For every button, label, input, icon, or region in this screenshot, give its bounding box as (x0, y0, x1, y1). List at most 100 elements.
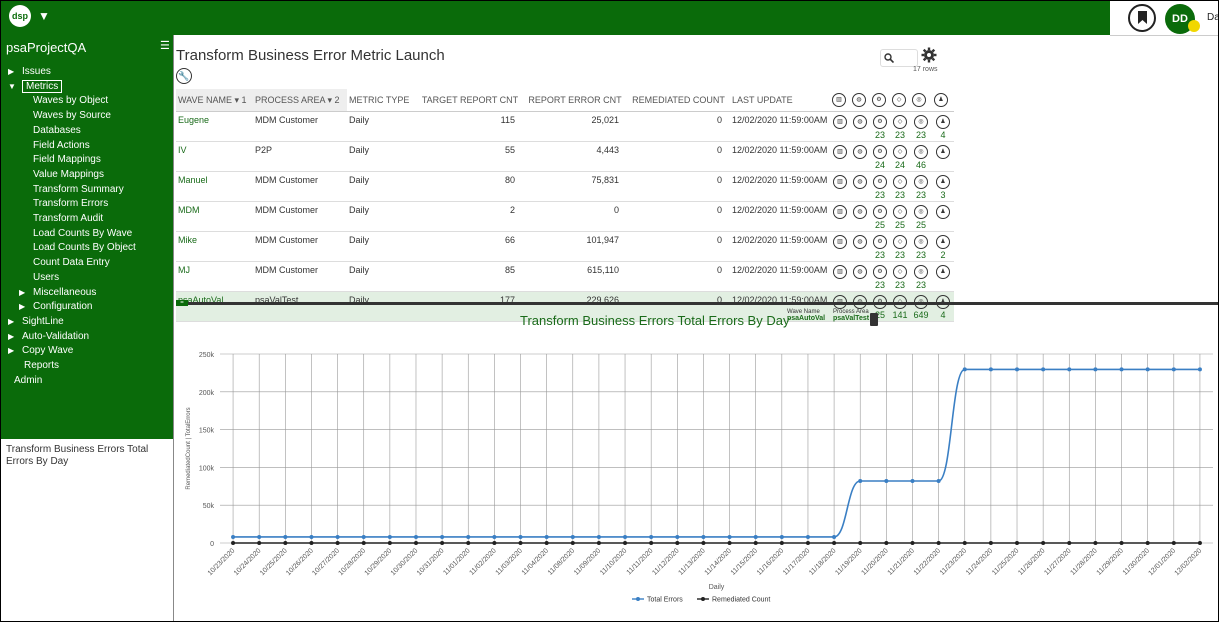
cell-user-icon[interactable]: ♟4 (932, 291, 954, 322)
bar-chart-icon[interactable]: ▥ (833, 115, 847, 129)
cube-icon[interactable]: ◇ (893, 205, 907, 219)
globe-icon[interactable]: ◍ (853, 175, 867, 189)
cell-user-icon[interactable]: ♟ (932, 201, 954, 232)
gears-icon[interactable]: ⚙ (873, 175, 887, 189)
splitter-handle[interactable]: = (176, 300, 188, 306)
cell-bar-chart-icon[interactable]: ▥ (830, 171, 850, 202)
table-row[interactable]: MDM MDM Customer Daily 2 0 0 12/02/2020 11:59:… (176, 201, 954, 232)
user-icon[interactable]: ♟ (936, 115, 950, 129)
bookmark-button[interactable] (1128, 4, 1156, 32)
cell-bar-chart-icon[interactable]: ▥ (830, 141, 850, 172)
cell-bar-chart-icon[interactable]: ▥ (830, 111, 850, 142)
cell-user-icon[interactable]: ♟ 2 (932, 231, 954, 262)
user-icon[interactable]: ♟ (936, 175, 950, 189)
sidebar-item-load-counts-by-object[interactable]: Load Counts By Object (33, 242, 136, 253)
cell-cube-icon[interactable]: ◇ 23 (890, 261, 910, 292)
cell-globe-icon[interactable]: ◍ (850, 201, 870, 232)
cell-cube-icon[interactable]: ◇ 23 (890, 111, 910, 142)
sidebar-item-transform-errors[interactable]: Transform Errors (33, 198, 108, 209)
cell-globe-icon[interactable]: ◍ (850, 231, 870, 262)
target-icon[interactable]: ◎ (914, 265, 928, 279)
table-row[interactable]: Mike MDM Customer Daily 66 101,947 0 12/02/202… (176, 231, 954, 262)
cell-globe-icon[interactable]: ◍ (850, 261, 870, 292)
sidebar-item-reports[interactable]: Reports (24, 360, 59, 371)
cube-icon[interactable]: ◇ (893, 115, 907, 129)
table-row[interactable]: IV P2P Daily 55 4,443 0 12/02/2020 11:59:00AM ▥… (176, 141, 954, 172)
cell-bar-chart-icon[interactable]: ▥ (830, 231, 850, 262)
cell-wave[interactable]: MJ (176, 261, 253, 292)
globe-icon[interactable]: ◍ (853, 205, 867, 219)
sidebar-item-field-actions[interactable]: Field Actions (33, 140, 90, 151)
cube-icon[interactable]: ◇ (893, 235, 907, 249)
cell-wave[interactable]: psaAutoVal (176, 291, 253, 322)
wave-filter[interactable]: Wave Name psaAutoVal (787, 309, 825, 322)
column-header[interactable]: WAVE NAME ▾ 1 (176, 89, 253, 112)
cell-target-icon[interactable]: ◎ 23 (910, 231, 932, 262)
process-filter[interactable]: Process Area psaValTest (833, 309, 869, 322)
cube-icon[interactable]: ◇ (893, 145, 907, 159)
sidebar-item-value-mappings[interactable]: Value Mappings (33, 169, 104, 180)
cell-target-icon[interactable]: ◎ 23 (910, 261, 932, 292)
wrench-icon[interactable]: 🔧 (176, 68, 192, 84)
cell-bar-chart-icon[interactable]: ▥ (830, 201, 850, 232)
sidebar-item-miscellaneous[interactable]: ▶ Miscellaneous (19, 287, 96, 298)
cell-cube-icon[interactable]: ◇ 24 (890, 141, 910, 172)
sidebar-item-auto-validation[interactable]: ▶ Auto-Validation (8, 331, 89, 342)
cell-cube-icon[interactable]: ◇ 23 (890, 171, 910, 202)
sidebar-item-admin[interactable]: Admin (14, 375, 42, 386)
column-header[interactable]: TARGET REPORT CNT (417, 89, 523, 112)
cell-cube-icon[interactable]: ◇ 23 (890, 231, 910, 262)
cell-globe-icon[interactable]: ◍ (850, 141, 870, 172)
cell-target-icon[interactable]: ◎649 (910, 291, 932, 322)
column-header-target-icon[interactable]: ◎ (910, 89, 932, 112)
cell-wave[interactable]: IV (176, 141, 253, 172)
globe-icon[interactable]: ◍ (853, 115, 867, 129)
bar-chart-icon[interactable]: ▥ (833, 145, 847, 159)
sidebar-item-field-mappings[interactable]: Field Mappings (33, 154, 101, 165)
sidebar-item-waves-by-source[interactable]: Waves by Source (33, 110, 111, 121)
mobile-icon[interactable] (870, 313, 878, 326)
cell-cube-icon[interactable]: ◇ 25 (890, 201, 910, 232)
cell-user-icon[interactable]: ♟4 (932, 111, 954, 142)
cube-icon[interactable]: ◇ (893, 175, 907, 189)
cell-user-icon[interactable]: ♟ (932, 141, 954, 172)
column-header[interactable]: REMEDIATED COUNT (627, 89, 730, 112)
table-row[interactable]: Eugene MDM Customer Daily 115 25,021 0 12/02/2… (176, 111, 954, 142)
sidebar-item-load-counts-by-wave[interactable]: Load Counts By Wave (33, 228, 132, 239)
cell-gears-icon[interactable]: ⚙ 23 (870, 231, 890, 262)
user-icon[interactable]: ♟ (936, 145, 950, 159)
splitter[interactable] (176, 302, 1219, 305)
gears-icon[interactable]: ⚙ (873, 145, 887, 159)
sidebar-item-sightline[interactable]: ▶ SightLine (8, 316, 64, 327)
cell-gears-icon[interactable]: ⚙ 23 (870, 111, 890, 142)
column-header[interactable]: LAST UPDATE (730, 89, 830, 112)
sidebar-item-count-data-entry[interactable]: Count Data Entry (33, 257, 110, 268)
cell-globe-icon[interactable]: ◍ (850, 171, 870, 202)
user-icon[interactable]: ♟ (936, 205, 950, 219)
column-header-user-icon[interactable]: ♟ (932, 89, 954, 112)
cell-cube-icon[interactable]: ◇141 (890, 291, 910, 322)
bar-chart-icon[interactable]: ▥ (833, 205, 847, 219)
sidebar-item-databases[interactable]: Databases (33, 125, 81, 136)
target-icon[interactable]: ◎ (914, 145, 928, 159)
sidebar-item-transform-summary[interactable]: Transform Summary (33, 184, 124, 195)
sidebar-item-waves-by-object[interactable]: Waves by Object (33, 95, 108, 106)
bar-chart-icon[interactable]: ▥ (833, 235, 847, 249)
sidebar-item-metrics[interactable]: ▼ Metrics (8, 79, 63, 93)
gears-icon[interactable]: ⚙ (873, 115, 887, 129)
sidebar-item-transform-audit[interactable]: Transform Audit (33, 213, 103, 224)
cell-target-icon[interactable]: ◎ 46 (910, 141, 932, 172)
gears-icon[interactable]: ⚙ (873, 235, 887, 249)
column-header[interactable]: REPORT ERROR CNT (523, 89, 627, 112)
globe-icon[interactable]: ◍ (853, 145, 867, 159)
user-icon[interactable]: ♟ (936, 265, 950, 279)
cell-wave[interactable]: Mike (176, 231, 253, 262)
user-icon[interactable]: ♟ (936, 235, 950, 249)
column-header[interactable]: PROCESS AREA ▾ 2 (253, 89, 347, 112)
gears-icon[interactable]: ⚙ (873, 265, 887, 279)
sidebar-item-issues[interactable]: ▶ Issues (8, 66, 51, 77)
cell-gears-icon[interactable]: ⚙ 23 (870, 261, 890, 292)
cell-user-icon[interactable]: ♟ 3 (932, 171, 954, 202)
globe-icon[interactable]: ◍ (853, 265, 867, 279)
column-header-cube-icon[interactable]: ◇ (890, 89, 910, 112)
